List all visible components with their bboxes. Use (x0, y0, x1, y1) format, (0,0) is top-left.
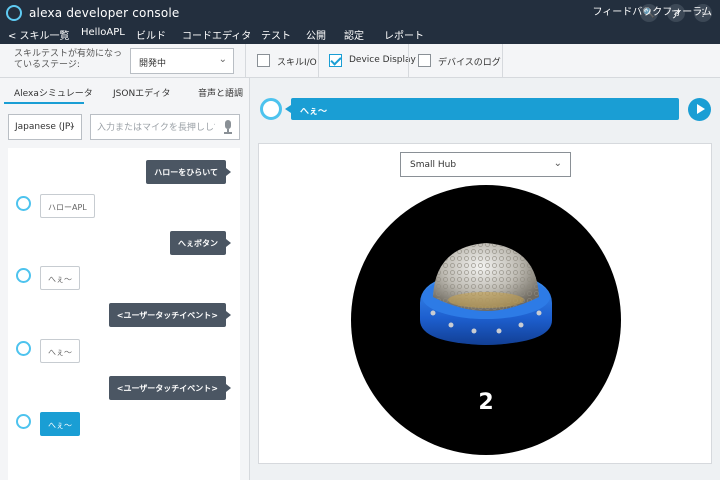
tab-alexa-simulator[interactable]: Alexaシミュレータ (14, 86, 93, 99)
stage-select-value: 開発中 (139, 59, 167, 69)
alexa-message: ハローAPL (40, 194, 95, 218)
stage-label: スキルテストが有効になっているステージ: (14, 49, 123, 70)
alexa-ring-icon (16, 341, 31, 356)
nav-certification[interactable]: 認定 (344, 27, 364, 42)
chevron-down-icon: ⌄ (553, 158, 562, 169)
utterance-input[interactable] (91, 116, 215, 140)
alexa-ring-icon (16, 414, 31, 429)
stage-select[interactable]: 開発中 ⌄ (130, 48, 234, 74)
alexa-ring-icon (260, 98, 282, 120)
chat-history: ハローをひらいて ハローAPL へぇボタン へぇ〜 <ユーザータッチイベント> … (8, 148, 240, 480)
skill-io-checkbox[interactable] (257, 54, 270, 67)
simulator-panel: Alexaシミュレータ JSONエディタ 音声と語調 Japanese (JP)… (0, 78, 250, 480)
nav-test[interactable]: テスト (259, 27, 293, 47)
device-display-label: Device Display (349, 55, 416, 65)
user-message: <ユーザータッチイベント> (108, 303, 232, 327)
alexa-message-latest: へぇ〜 (40, 412, 80, 436)
language-value: Japanese (JP) (15, 122, 74, 132)
utterance-input-box (90, 114, 240, 140)
divider (318, 44, 319, 78)
brand-title: alexa developer console (29, 6, 180, 20)
utterance-bar: へぇ〜 (285, 98, 679, 120)
alexa-logo-icon (6, 5, 22, 21)
nav-skill-name[interactable]: HelloAPL (81, 27, 125, 38)
device-display-panel: へぇ〜 Small Hub ⌄ 2 (251, 78, 720, 480)
brand[interactable]: alexa developer console (6, 4, 180, 22)
tab-voice-tone[interactable]: 音声と語調 (198, 86, 243, 99)
device-preview-card: Small Hub ⌄ 2 (258, 143, 712, 464)
device-type-value: Small Hub (410, 160, 457, 170)
feedback-forum-link[interactable]: フィードバックフォーラム (593, 3, 713, 18)
tab-json-editor[interactable]: JSONエディタ (113, 86, 171, 99)
user-message: ハローをひらいて (146, 160, 231, 184)
active-tab-indicator (4, 102, 84, 104)
user-message: <ユーザータッチイベント> (108, 376, 232, 400)
device-log-label: デバイスのログ (438, 58, 501, 68)
nav-reports[interactable]: レポート (384, 27, 424, 42)
nav-code-editor[interactable]: コードエディタ (182, 27, 251, 42)
nav-build[interactable]: ビルド (136, 27, 166, 42)
microphone-icon[interactable] (224, 120, 232, 134)
divider (245, 44, 246, 78)
small-hub-screen: 2 (351, 185, 621, 455)
alexa-message: へぇ〜 (40, 339, 80, 363)
play-button[interactable] (688, 98, 711, 121)
top-bar: alexa developer console 🔍 ア ⋮ < スキル一覧 He… (0, 0, 720, 47)
counter-number: 2 (478, 390, 494, 415)
alexa-ring-icon (16, 268, 31, 283)
device-display-checkbox[interactable] (329, 54, 342, 67)
alexa-message: へぇ〜 (40, 266, 80, 290)
main-nav: < スキル一覧 HelloAPL ビルド コードエディタ テスト 公開 認定 レ… (0, 24, 720, 47)
language-select[interactable]: Japanese (JP) ⌄ (8, 114, 82, 140)
device-log-checkbox[interactable] (418, 54, 431, 67)
chevron-down-icon: ⌄ (218, 54, 227, 65)
nav-skill-list[interactable]: < スキル一覧 (8, 27, 70, 42)
simulator-tabs: Alexaシミュレータ JSONエディタ 音声と語調 (0, 78, 250, 104)
nav-publish[interactable]: 公開 (306, 27, 326, 42)
stage-row: スキルテストが有効になっているステージ: 開発中 ⌄ スキルI/O Device… (0, 44, 720, 78)
skill-io-label: スキルI/O (277, 58, 317, 68)
device-type-select[interactable]: Small Hub ⌄ (400, 152, 571, 177)
user-message: へぇボタン (170, 231, 231, 255)
divider (408, 44, 409, 78)
chevron-down-icon: ⌄ (68, 121, 76, 131)
alexa-ring-icon (16, 196, 31, 211)
divider (502, 44, 503, 78)
